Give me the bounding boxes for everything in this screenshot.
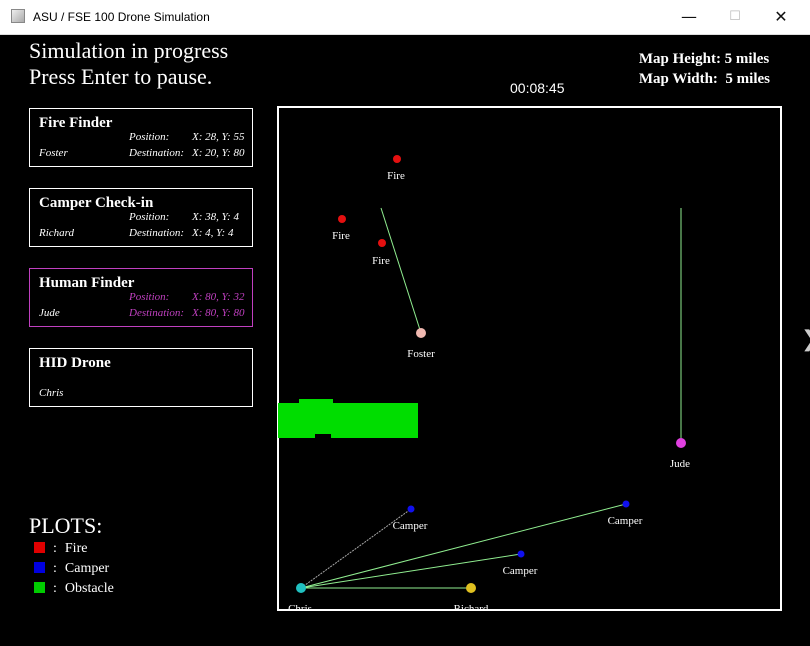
legend-separator: : <box>53 581 57 596</box>
fire-label: Fire <box>372 255 390 267</box>
fire-label: Fire <box>332 230 350 242</box>
position-value: X: 28, Y: 55 <box>192 131 245 143</box>
fire-label: Fire <box>387 170 405 182</box>
destination-value: X: 20, Y: 80 <box>192 147 245 159</box>
close-button[interactable]: ✕ <box>758 0 804 34</box>
pilot-name: Richard <box>39 227 75 239</box>
richard-drone <box>466 583 476 593</box>
foster-drone <box>416 328 426 338</box>
foster-label: Foster <box>407 348 435 360</box>
chevron-right-icon: ❯ <box>801 327 810 352</box>
simulation-status: Simulation in progress Press Enter to pa… <box>29 38 228 90</box>
fire-marker <box>378 239 386 247</box>
window-title: ASU / FSE 100 Drone Simulation <box>33 10 210 24</box>
richard-label: Richard <box>454 603 489 611</box>
java-app-icon <box>11 9 25 23</box>
drone-card-camper-check-in: Camper Check-in Position: X: 38, Y: 4 Ri… <box>29 188 253 247</box>
map-width-label: Map Width: 5 miles <box>638 71 770 87</box>
drone-card-human-finder: Human Finder Position: X: 80, Y: 32 Jude… <box>29 268 253 327</box>
destination-value: X: 80, Y: 80 <box>192 307 245 319</box>
camper-label: Camper <box>393 520 428 532</box>
fire-marker <box>393 155 401 163</box>
pilot-name: Foster <box>39 147 68 159</box>
map-height-label: Map Height: 5 miles <box>638 51 770 67</box>
drone-name: Fire Finder <box>39 115 113 131</box>
drone-card-hid-drone: HID Drone Chris <box>29 348 253 407</box>
simulation-map: Fire Fire Fire Foster Jude Camper Camper… <box>277 106 782 611</box>
obstacle-notch <box>315 434 331 440</box>
camper-marker <box>622 500 630 508</box>
camper-swatch <box>34 562 45 573</box>
legend-label: Fire <box>64 541 88 556</box>
camper-marker <box>517 550 525 558</box>
position-value: X: 80, Y: 32 <box>192 291 245 303</box>
fire-marker <box>338 215 346 223</box>
destination-value: X: 4, Y: 4 <box>192 227 234 239</box>
legend-item-camper: : Camper <box>34 561 109 577</box>
drone-name: HID Drone <box>39 355 111 371</box>
legend-item-obstacle: : Obstacle <box>34 581 114 597</box>
position-label: Position: <box>129 131 170 143</box>
camper-marker <box>407 505 415 513</box>
status-line-2: Press Enter to pause. <box>29 64 213 89</box>
minimize-button[interactable]: — <box>666 0 712 34</box>
drone-name: Human Finder <box>39 275 135 291</box>
pilot-name: Jude <box>39 307 60 319</box>
position-value: X: 38, Y: 4 <box>192 211 239 223</box>
legend-item-fire: : Fire <box>34 541 87 557</box>
chris-label: Chris <box>288 603 312 611</box>
destination-label: Destination: <box>129 227 184 239</box>
jude-label: Jude <box>670 458 690 470</box>
drone-name: Camper Check-in <box>39 195 154 211</box>
legend-label: Camper <box>64 561 110 576</box>
maximize-button[interactable]: ☐ <box>712 0 758 34</box>
legend-separator: : <box>53 541 57 556</box>
simulation-timer: 00:08:45 <box>510 80 565 96</box>
obstacle-swatch <box>34 582 45 593</box>
obstacle-cap <box>299 399 333 405</box>
plots-legend-title: PLOTS: <box>29 513 103 538</box>
obstacle <box>278 403 418 438</box>
jude-drone <box>676 438 686 448</box>
map-dimensions: Map Height: 5 miles Map Width: 5 miles <box>639 49 770 89</box>
destination-label: Destination: <box>129 147 184 159</box>
pilot-name: Chris <box>39 387 64 399</box>
position-label: Position: <box>129 291 170 303</box>
status-line-1: Simulation in progress <box>29 38 229 63</box>
destination-label: Destination: <box>129 307 184 319</box>
drone-card-fire-finder: Fire Finder Position: X: 28, Y: 55 Foste… <box>29 108 253 167</box>
title-bar: ASU / FSE 100 Drone Simulation — ☐ ✕ <box>0 0 810 35</box>
camper-label: Camper <box>503 565 538 577</box>
position-label: Position: <box>129 211 170 223</box>
camper-label: Camper <box>608 515 643 527</box>
legend-separator: : <box>53 561 57 576</box>
map-border <box>277 106 782 611</box>
chris-drone <box>296 583 306 593</box>
fire-swatch <box>34 542 45 553</box>
legend-label: Obstacle <box>64 581 114 596</box>
